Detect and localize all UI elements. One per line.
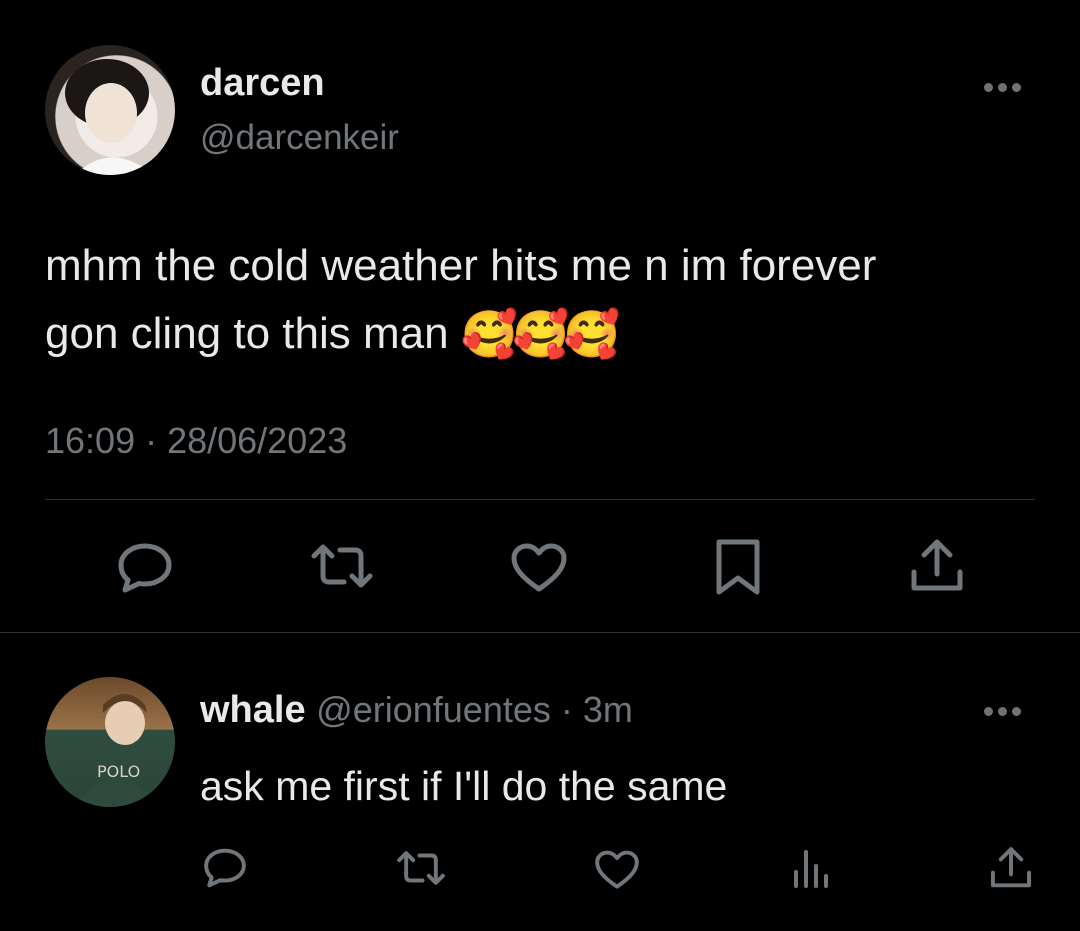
share-icon[interactable] <box>908 538 966 594</box>
tweet-text-line-1: mhm the cold weather hits me n im foreve… <box>45 241 877 290</box>
author-handle[interactable]: @darcenkeir <box>200 118 399 158</box>
divider <box>45 499 1035 500</box>
reply-more-options-icon[interactable] <box>984 707 1021 716</box>
reply-handle[interactable]: @erionfuentes <box>316 689 551 730</box>
reply-text: ask me first if I'll do the same <box>200 763 728 809</box>
reply-display-name[interactable]: whale <box>200 689 306 731</box>
reply-header: whale @erionfuentes · 3m <box>200 689 633 732</box>
tweet-text-line-2-text: gon cling to this man <box>45 309 461 358</box>
author-display-name[interactable]: darcen <box>200 62 325 105</box>
bookmark-icon[interactable] <box>714 538 762 598</box>
smiling-hearts-emoji: 🥰🥰🥰 <box>460 308 621 360</box>
section-divider <box>0 632 1080 633</box>
more-options-icon[interactable] <box>984 83 1021 92</box>
reply-icon[interactable] <box>116 540 174 596</box>
reply-views-icon[interactable] <box>792 848 830 890</box>
retweet-icon[interactable] <box>310 542 374 590</box>
tweet-timestamp[interactable]: 16:09 · 28/06/2023 <box>45 420 347 462</box>
svg-text:POLO: POLO <box>97 762 140 781</box>
reply-retweet-icon[interactable] <box>396 849 446 887</box>
like-icon[interactable] <box>510 543 568 593</box>
tweet-text-line-2: gon cling to this man 🥰🥰🥰 <box>45 300 1045 368</box>
tweet-text: mhm the cold weather hits me n im foreve… <box>45 232 1045 368</box>
reply-share-icon[interactable] <box>988 846 1034 890</box>
author-avatar[interactable] <box>45 45 175 175</box>
reply-author-avatar[interactable]: POLO <box>45 677 175 807</box>
reply-reply-icon[interactable] <box>202 846 248 890</box>
reply-like-icon[interactable] <box>594 850 640 890</box>
reply-time[interactable]: · 3m <box>551 689 633 730</box>
